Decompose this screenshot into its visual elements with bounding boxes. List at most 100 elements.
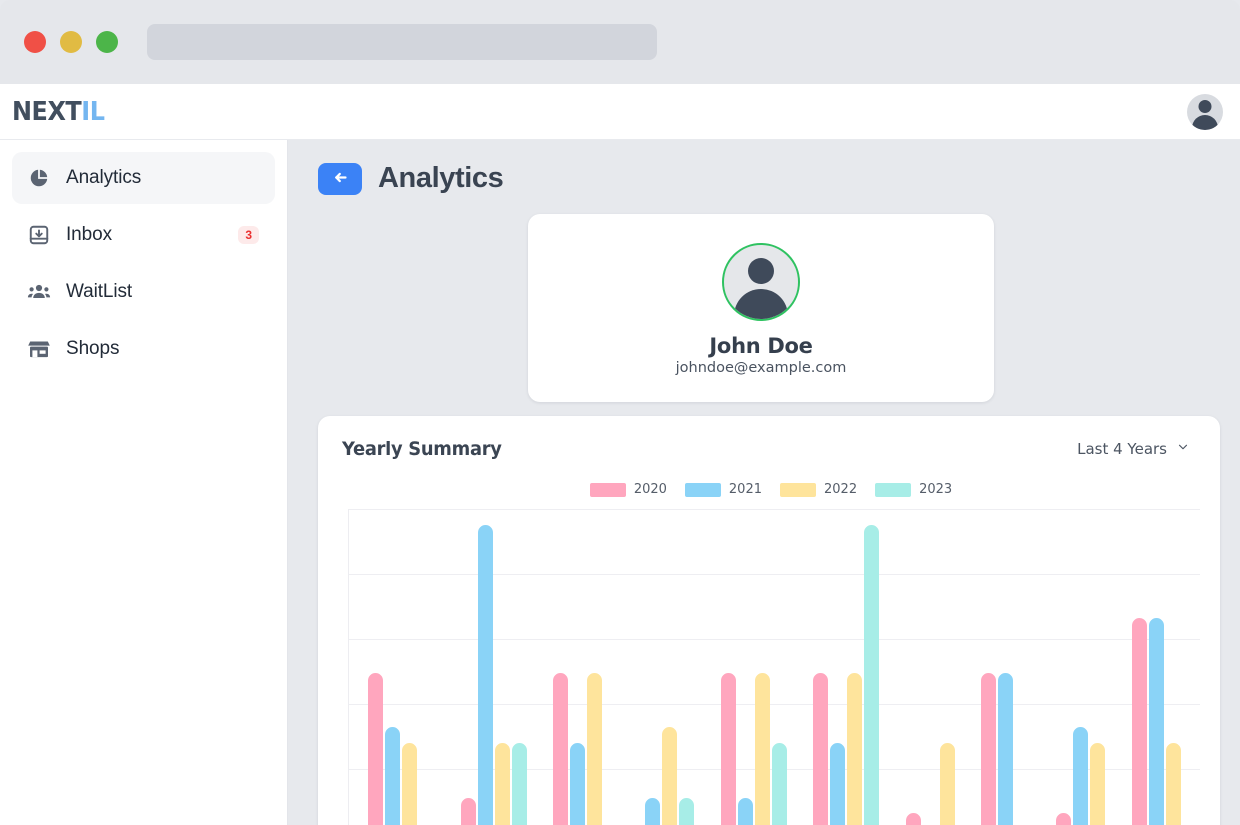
sidebar-item-label: Shops [66, 338, 120, 359]
legend-label: 2023 [919, 482, 953, 497]
bar[interactable] [1090, 743, 1106, 825]
bar-group [720, 509, 787, 825]
inbox-icon [26, 222, 52, 248]
window-controls [24, 31, 118, 53]
profile-avatar [722, 243, 800, 321]
legend-swatch [780, 482, 816, 497]
bar[interactable] [737, 797, 753, 825]
profile-name: John Doe [709, 334, 813, 358]
bar[interactable] [368, 672, 384, 825]
bar[interactable] [402, 743, 418, 825]
page-header: Analytics [318, 162, 1230, 195]
bar[interactable] [1073, 727, 1089, 825]
bar[interactable] [980, 672, 996, 825]
sidebar-item-label: Analytics [66, 167, 142, 188]
bar[interactable] [679, 797, 695, 825]
bar[interactable] [847, 672, 863, 825]
bar-group [460, 509, 527, 825]
bar[interactable] [494, 743, 510, 825]
bar[interactable] [864, 524, 880, 825]
sidebar-item-shops[interactable]: Shops [12, 323, 275, 375]
pie-chart-icon [26, 165, 52, 191]
back-button[interactable] [318, 162, 362, 195]
browser-chrome [0, 0, 1240, 84]
inbox-badge: 3 [238, 226, 259, 244]
sidebar-item-label: Inbox [66, 224, 112, 245]
chart-header: Yearly Summary Last 4 Years [342, 438, 1200, 460]
logo-text-primary: NEXT [12, 96, 82, 127]
bar-group [905, 509, 955, 825]
bar-group [1131, 509, 1181, 825]
bar[interactable] [1148, 618, 1164, 825]
avatar-body-icon [1192, 114, 1218, 130]
sidebar-item-waitlist[interactable]: WaitList [12, 266, 275, 318]
legend-swatch [589, 482, 626, 497]
chart-title: Yearly Summary [342, 438, 502, 460]
legend-label: 2021 [728, 482, 762, 497]
bar[interactable] [939, 743, 955, 825]
arrow-left-icon [332, 169, 349, 189]
bar[interactable] [905, 813, 921, 825]
bar[interactable] [813, 672, 829, 825]
legend-item[interactable]: 2023 [875, 482, 952, 497]
yearly-summary-card: Yearly Summary Last 4 Years 2020 2021 2022… [318, 416, 1220, 825]
maximize-window-button[interactable] [96, 31, 118, 53]
bar-group [368, 509, 434, 825]
app-header: NEXTIL [0, 84, 1240, 140]
legend-item[interactable]: 2021 [684, 482, 762, 497]
bar[interactable] [754, 672, 770, 825]
bar[interactable] [662, 727, 678, 825]
avatar-head-icon [1198, 99, 1212, 113]
bar[interactable] [511, 743, 527, 825]
bar[interactable] [586, 672, 602, 825]
profile-card: John Doe johndoe@example.com [528, 214, 994, 402]
chevron-down-icon [1176, 440, 1190, 458]
app-body: Analytics Inbox 3 WaitList Shops Analyti… [0, 140, 1240, 825]
bar-group [1056, 509, 1106, 825]
bar[interactable] [385, 727, 401, 825]
chart-plot-area [342, 509, 1200, 825]
minimize-window-button[interactable] [60, 31, 82, 53]
legend-swatch [875, 482, 912, 497]
legend-swatch [684, 482, 721, 497]
bar[interactable] [1131, 618, 1147, 825]
legend-item[interactable]: 2020 [589, 482, 667, 497]
bar[interactable] [1165, 743, 1181, 825]
bar-group [980, 509, 1030, 825]
plot-canvas [348, 509, 1200, 825]
range-selector-label: Last 4 Years [1077, 440, 1167, 458]
bar-group [628, 509, 695, 825]
bar[interactable] [477, 524, 493, 825]
avatar-head-icon [748, 258, 774, 284]
sidebar-item-label: WaitList [66, 281, 133, 302]
chart-legend: 2020 2021 2022 2023 [342, 482, 1200, 497]
bar[interactable] [720, 672, 736, 825]
bar-group [552, 509, 602, 825]
header-avatar[interactable] [1187, 93, 1223, 130]
sidebar: Analytics Inbox 3 WaitList Shops [0, 140, 288, 825]
legend-label: 2020 [633, 482, 667, 497]
bar-groups [349, 509, 1200, 825]
bar[interactable] [771, 743, 787, 825]
browser-window: NEXTIL Analytics Inbox 3 WaitList Shops … [0, 0, 1240, 825]
bar[interactable] [1056, 813, 1072, 825]
profile-email: johndoe@example.com [675, 360, 847, 376]
page-title: Analytics [378, 162, 504, 194]
sidebar-item-inbox[interactable]: Inbox 3 [12, 209, 275, 261]
bar[interactable] [460, 797, 476, 825]
bar[interactable] [569, 743, 585, 825]
bar[interactable] [830, 743, 846, 825]
bar[interactable] [997, 672, 1013, 825]
sidebar-item-analytics[interactable]: Analytics [12, 152, 275, 204]
bar-group [813, 509, 880, 825]
legend-item[interactable]: 2022 [780, 482, 857, 497]
bar[interactable] [645, 797, 661, 825]
range-selector[interactable]: Last 4 Years [1077, 440, 1200, 458]
store-icon [26, 336, 52, 362]
address-bar[interactable] [147, 24, 657, 60]
app-logo[interactable]: NEXTIL [12, 97, 105, 127]
logo-text-accent: IL [81, 96, 105, 127]
legend-label: 2022 [824, 482, 858, 497]
close-window-button[interactable] [24, 31, 46, 53]
bar[interactable] [552, 672, 568, 825]
